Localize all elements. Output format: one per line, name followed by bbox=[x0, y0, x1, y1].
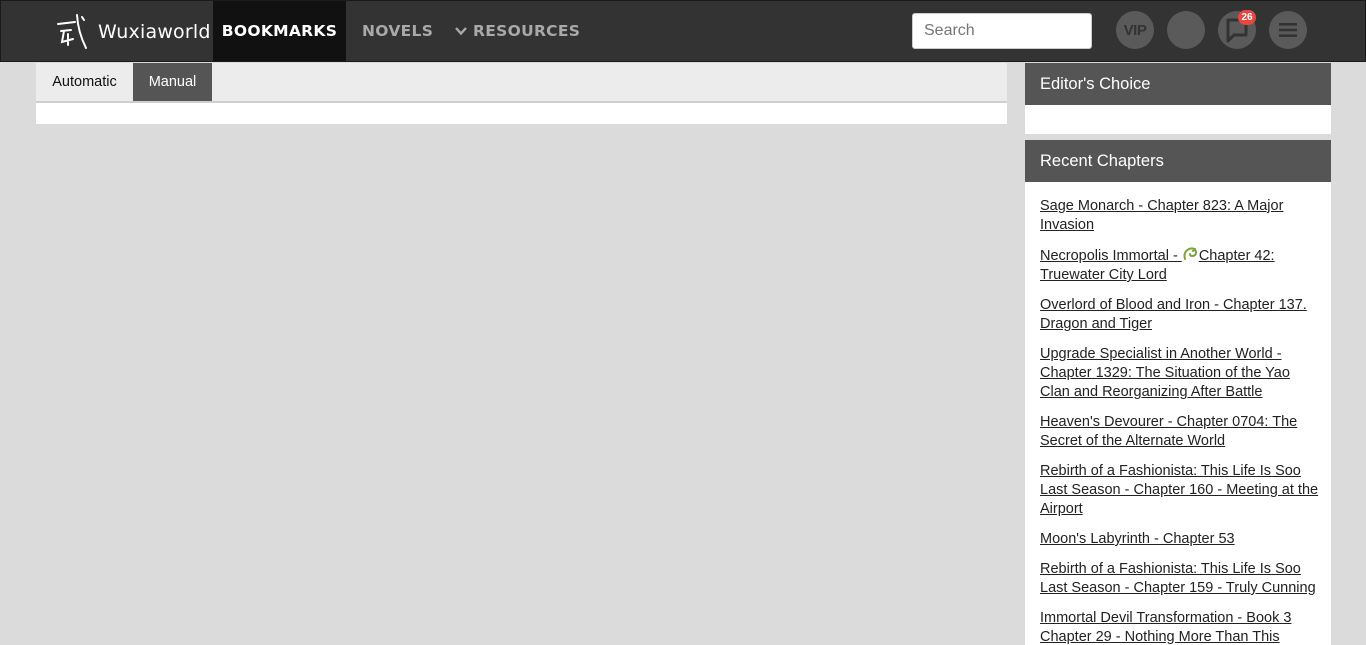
list-item: Sage Monarch - Chapter 823: A Major Inva… bbox=[1040, 197, 1321, 235]
list-item: Rebirth of a Fashionista: This Life Is S… bbox=[1040, 560, 1321, 598]
search-input[interactable] bbox=[912, 13, 1092, 49]
editors-choice-header: Editor's Choice bbox=[1025, 63, 1331, 105]
list-item: Upgrade Specialist in Another World - Ch… bbox=[1040, 345, 1321, 402]
recent-chapter-link[interactable]: Rebirth of a Fashionista: This Life Is S… bbox=[1040, 561, 1316, 596]
dragon-icon bbox=[1183, 247, 1197, 260]
nav-novels[interactable]: NOVELS bbox=[362, 1, 433, 61]
recent-chapter-prefix: Necropolis Immortal - bbox=[1040, 248, 1182, 264]
recent-chapter-link[interactable]: Heaven's Devourer - Chapter 0704: The Se… bbox=[1040, 414, 1297, 449]
chevron-down-icon bbox=[455, 27, 467, 36]
list-item: Heaven's Devourer - Chapter 0704: The Se… bbox=[1040, 413, 1321, 451]
recent-chapter-link[interactable]: Immortal Devil Transformation - Book 3 C… bbox=[1040, 610, 1291, 645]
tab-manual[interactable]: Manual bbox=[133, 63, 212, 101]
hamburger-menu-icon bbox=[1279, 23, 1297, 37]
bookmarks-panel bbox=[36, 103, 1007, 124]
list-item: Overlord of Blood and Iron - Chapter 137… bbox=[1040, 296, 1321, 334]
editors-choice-body bbox=[1025, 105, 1331, 134]
recent-chapter-link[interactable]: Sage Monarch - Chapter 823: A Major Inva… bbox=[1040, 198, 1283, 233]
list-item: Immortal Devil Transformation - Book 3 C… bbox=[1040, 609, 1321, 645]
recent-chapter-link[interactable]: Moon's Labyrinth - Chapter 53 bbox=[1040, 531, 1235, 547]
recent-chapter-link[interactable]: Necropolis Immortal - Chapter 42: Truewa… bbox=[1040, 247, 1275, 283]
moon-icon bbox=[1176, 17, 1189, 43]
nav-resources-label: RESOURCES bbox=[473, 22, 581, 40]
recent-chapters-body: Sage Monarch - Chapter 823: A Major Inva… bbox=[1025, 182, 1331, 645]
recent-chapters-header: Recent Chapters bbox=[1025, 140, 1331, 182]
vip-button[interactable]: VIP bbox=[1116, 11, 1154, 49]
recent-chapter-link[interactable]: Rebirth of a Fashionista: This Life Is S… bbox=[1040, 463, 1318, 517]
tab-automatic[interactable]: Automatic bbox=[36, 63, 133, 101]
nav-resources-dropdown[interactable]: RESOURCES bbox=[454, 1, 580, 61]
main-menu-button[interactable] bbox=[1269, 11, 1307, 49]
list-item: Moon's Labyrinth - Chapter 53 bbox=[1040, 530, 1321, 549]
list-item: Rebirth of a Fashionista: This Life Is S… bbox=[1040, 462, 1321, 519]
recent-chapter-link[interactable]: Overlord of Blood and Iron - Chapter 137… bbox=[1040, 297, 1307, 332]
dark-mode-toggle[interactable] bbox=[1167, 11, 1205, 49]
bookmark-tabs: Automatic Manual bbox=[36, 63, 1007, 103]
list-item: Necropolis Immortal - Chapter 42: Truewa… bbox=[1040, 246, 1321, 285]
wu-character-logo-icon bbox=[57, 14, 87, 49]
recent-chapter-link[interactable]: Upgrade Specialist in Another World - Ch… bbox=[1040, 346, 1290, 400]
brand-logo-link[interactable]: Wuxiaworld bbox=[53, 12, 211, 52]
vip-label: VIP bbox=[1123, 21, 1147, 39]
notification-count-badge: 26 bbox=[1238, 10, 1256, 25]
brand-name: Wuxiaworld bbox=[98, 21, 211, 43]
top-navbar: Wuxiaworld BOOKMARKS NOVELS RESOURCES VI… bbox=[0, 0, 1366, 62]
nav-bookmarks[interactable]: BOOKMARKS bbox=[213, 1, 346, 61]
recent-chapters-list: Sage Monarch - Chapter 823: A Major Inva… bbox=[1040, 197, 1321, 645]
